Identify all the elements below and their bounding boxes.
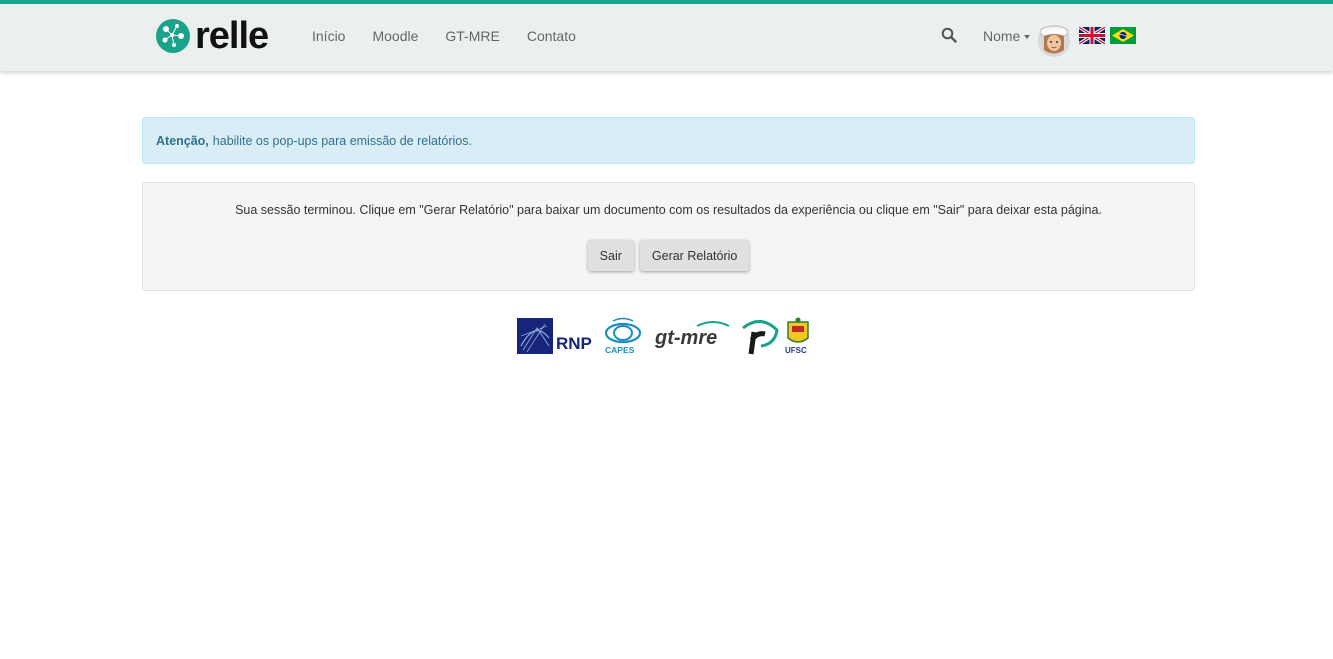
caret-down-icon — [1024, 35, 1031, 40]
session-message: Sua sessão terminou. Clique em "Gerar Re… — [235, 203, 1102, 217]
relle-logo-icon — [156, 19, 190, 53]
rnp-logo: RNP — [517, 318, 592, 354]
relle-logo[interactable]: relle — [155, 15, 269, 57]
gt-mre-logo: gt-mre — [654, 321, 730, 349]
session-panel: Sua sessão terminou. Clique em "Gerar Re… — [142, 182, 1195, 291]
avatar[interactable] — [1037, 20, 1071, 58]
session-actions: Sair Gerar Relatório — [143, 240, 1194, 271]
navbar: relle Início Moodle GT-MRE Contato Nome — [0, 4, 1333, 71]
ufsc-logo-text: UFSC — [785, 346, 807, 355]
search-icon[interactable] — [941, 27, 957, 43]
ufsc-logo: UFSC — [785, 317, 809, 355]
rnp-logo-text: RNP — [556, 334, 592, 353]
alert-text: habilite os pop-ups para emissão de rela… — [212, 133, 472, 148]
partner-logos: RNP CAPES gt-mre UFSC — [517, 316, 813, 356]
capes-logo: CAPES — [604, 317, 642, 355]
generate-report-button[interactable]: Gerar Relatório — [639, 240, 750, 271]
popup-alert: Atenção, habilite os pop-ups para emissã… — [142, 117, 1195, 164]
main-nav: Início Moodle GT-MRE Contato — [312, 26, 603, 46]
nav-inicio[interactable]: Início — [312, 26, 345, 46]
uk-flag-icon[interactable] — [1079, 27, 1105, 44]
nav-contato[interactable]: Contato — [527, 26, 576, 46]
brazil-flag-icon[interactable] — [1110, 27, 1136, 44]
capes-logo-text: CAPES — [605, 345, 635, 355]
logo-wordmark: relle — [195, 15, 269, 57]
alert-strong: Atenção, — [156, 133, 209, 148]
gt-mre-logo-text: gt-mre — [654, 327, 717, 349]
exit-button[interactable]: Sair — [587, 240, 634, 271]
user-name-label: Nome — [983, 28, 1021, 44]
relle-partner-logo — [742, 320, 779, 355]
user-menu[interactable]: Nome — [983, 27, 1031, 45]
nav-moodle[interactable]: Moodle — [372, 26, 418, 46]
nav-gt-mre[interactable]: GT-MRE — [445, 26, 499, 46]
